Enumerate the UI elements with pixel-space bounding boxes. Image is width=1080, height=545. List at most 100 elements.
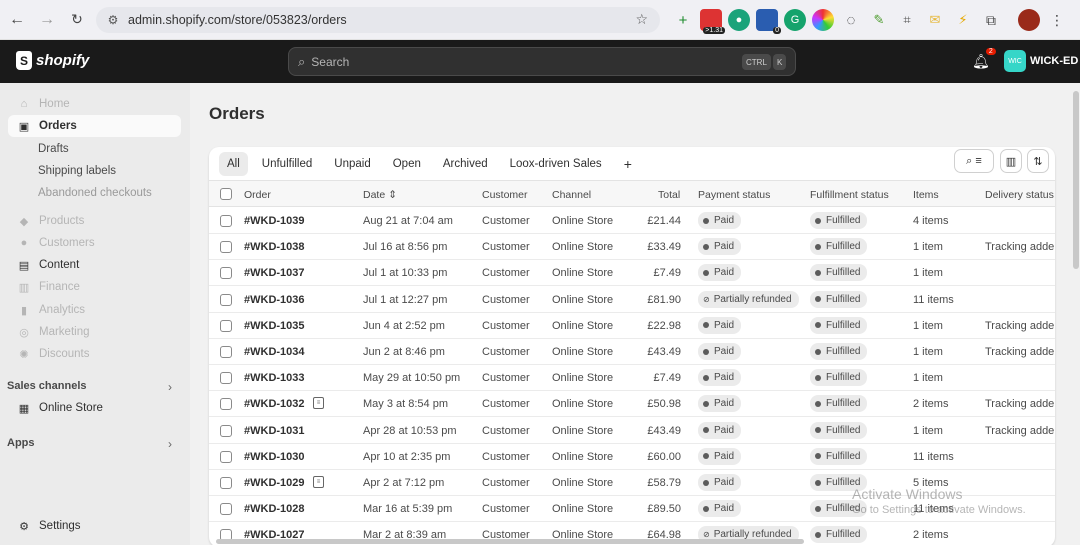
column-date[interactable]: Date ⇕: [363, 189, 397, 201]
column-payment-status[interactable]: Payment status: [698, 189, 770, 201]
shopify-logo[interactable]: S shopify: [16, 51, 89, 70]
order-number[interactable]: #WKD-1037: [244, 267, 305, 279]
sidebar-subitem-abandoned-checkouts[interactable]: Abandoned checkouts: [38, 187, 152, 199]
note-icon[interactable]: ≡: [313, 476, 324, 488]
table-row[interactable]: #WKD-1033 May 29 at 10:50 pm Customer Onlin…: [209, 365, 1055, 392]
row-checkbox[interactable]: [220, 450, 232, 463]
back-arrow-icon[interactable]: ←: [4, 7, 30, 33]
apps-heading[interactable]: Apps: [7, 437, 35, 449]
tab-unfulfilled[interactable]: Unfulfilled: [254, 152, 321, 176]
order-number[interactable]: #WKD-1030: [244, 451, 305, 463]
row-checkbox[interactable]: [220, 477, 232, 489]
order-items[interactable]: 2 items: [913, 529, 948, 541]
sort-button[interactable]: ⇅: [1027, 149, 1049, 173]
order-number[interactable]: #WKD-1031: [244, 425, 305, 437]
row-checkbox[interactable]: [220, 398, 232, 411]
order-items[interactable]: 4 items: [913, 215, 948, 227]
sales-channels-heading[interactable]: Sales channels: [7, 380, 87, 392]
column-customer[interactable]: Customer: [482, 189, 528, 201]
column-order[interactable]: Order: [244, 189, 271, 201]
order-items[interactable]: 1 item: [913, 372, 943, 384]
site-settings-icon[interactable]: ⚙: [102, 13, 124, 27]
extension-cloud-icon[interactable]: 0: [756, 9, 781, 34]
order-number[interactable]: #WKD-1036: [244, 294, 305, 306]
tab-archived[interactable]: Archived: [435, 152, 496, 176]
order-number[interactable]: #WKD-1029: [244, 477, 305, 489]
order-customer[interactable]: Customer: [482, 294, 530, 306]
table-row[interactable]: #WKD-1031 Apr 28 at 10:53 pm Customer Onlin…: [209, 418, 1055, 444]
column-items[interactable]: Items: [913, 189, 939, 201]
row-checkbox[interactable]: [220, 346, 232, 358]
table-row[interactable]: #WKD-1039 Aug 21 at 7:04 am Customer Online…: [209, 208, 1055, 234]
order-customer[interactable]: Customer: [482, 372, 530, 384]
order-number[interactable]: #WKD-1035: [244, 320, 305, 332]
row-checkbox[interactable]: [220, 372, 232, 385]
extension-plus-icon[interactable]: +: [672, 9, 694, 31]
extension-circle-icon[interactable]: ◌: [840, 9, 862, 31]
table-row[interactable]: #WKD-1034 Jun 2 at 8:46 pm Customer Online …: [209, 339, 1055, 365]
column-fulfillment-status[interactable]: Fulfillment status: [810, 189, 889, 201]
forward-arrow-icon[interactable]: →: [34, 7, 60, 33]
column-delivery-status[interactable]: Delivery status: [985, 189, 1054, 201]
row-checkbox[interactable]: [220, 319, 232, 332]
column-total[interactable]: Total: [658, 189, 680, 201]
sidebar-item-content[interactable]: ▤ Content: [8, 254, 181, 276]
order-items[interactable]: 1 item: [913, 425, 943, 437]
order-number[interactable]: #WKD-1032: [244, 398, 305, 410]
column-channel[interactable]: Channel: [552, 189, 591, 201]
row-checkbox[interactable]: [220, 241, 232, 254]
order-customer[interactable]: Customer: [482, 346, 530, 358]
table-row[interactable]: #WKD-1037 Jul 1 at 10:33 pm Customer Online…: [209, 260, 1055, 287]
tab-loox-driven-sales[interactable]: Loox-driven Sales: [502, 152, 610, 176]
order-customer[interactable]: Customer: [482, 425, 530, 437]
reload-icon[interactable]: ↻: [64, 7, 90, 33]
profile-avatar[interactable]: [1018, 9, 1040, 31]
tab-unpaid[interactable]: Unpaid: [326, 152, 378, 176]
order-number[interactable]: #WKD-1039: [244, 215, 305, 227]
order-items[interactable]: 1 item: [913, 241, 943, 253]
order-items[interactable]: 2 items: [913, 398, 948, 410]
sidebar-item-home[interactable]: ⌂ Home: [8, 93, 181, 115]
order-items[interactable]: 1 item: [913, 346, 943, 358]
browser-menu-icon[interactable]: ⋮: [1046, 9, 1068, 31]
chevron-right-icon[interactable]: ›: [168, 380, 172, 394]
chevron-right-icon[interactable]: ›: [168, 437, 172, 451]
row-checkbox[interactable]: [220, 215, 232, 227]
search-bar[interactable]: ⌕ Search CTRL K: [288, 47, 796, 76]
order-customer[interactable]: Customer: [482, 398, 530, 410]
search-filter-button[interactable]: ⌕ ≡: [954, 149, 994, 173]
row-checkbox[interactable]: [220, 293, 232, 306]
table-row[interactable]: #WKD-1038 Jul 16 at 8:56 pm Customer Online…: [209, 234, 1055, 261]
address-url[interactable]: admin.shopify.com/store/053823/orders: [128, 13, 347, 27]
sidebar-item-analytics[interactable]: ▮ Analytics: [8, 299, 181, 321]
bookmark-star-icon[interactable]: ☆: [635, 11, 648, 28]
table-row[interactable]: #WKD-1032 ≡ May 3 at 8:54 pm Customer Online…: [209, 391, 1055, 418]
extension-mail-icon[interactable]: ✉: [924, 9, 946, 31]
store-name[interactable]: WICK-ED: [1030, 55, 1078, 67]
extension-grammarly-icon[interactable]: G: [784, 9, 806, 31]
sidebar-subitem-drafts[interactable]: Drafts: [38, 143, 69, 155]
extension-crop-icon[interactable]: ⌗: [896, 9, 918, 31]
order-customer[interactable]: Customer: [482, 267, 530, 279]
select-all-checkbox[interactable]: [220, 188, 232, 200]
sidebar-item-orders[interactable]: ▣ Orders: [8, 115, 181, 137]
order-number[interactable]: #WKD-1033: [244, 372, 305, 384]
row-checkbox[interactable]: [220, 267, 232, 280]
store-avatar[interactable]: WIC: [1004, 50, 1026, 72]
order-customer[interactable]: Customer: [482, 451, 530, 463]
sidebar-item-finance[interactable]: ▥ Finance: [8, 276, 181, 298]
address-bar[interactable]: ⚙ admin.shopify.com/store/053823/orders …: [96, 7, 660, 33]
table-row[interactable]: #WKD-1030 Apr 10 at 2:35 pm Customer Online…: [209, 444, 1055, 470]
order-number[interactable]: #WKD-1034: [244, 346, 305, 358]
row-checkbox[interactable]: [220, 424, 232, 437]
tab-all[interactable]: All: [219, 152, 248, 176]
add-view-button[interactable]: +: [616, 152, 640, 176]
order-customer[interactable]: Customer: [482, 241, 530, 253]
tab-open[interactable]: Open: [385, 152, 429, 176]
table-row[interactable]: #WKD-1036 Jul 1 at 12:27 pm Customer Online…: [209, 287, 1055, 313]
order-items[interactable]: 1 item: [913, 267, 943, 279]
columns-button[interactable]: ▥: [1000, 149, 1022, 173]
order-items[interactable]: 1 item: [913, 320, 943, 332]
sidebar-item-marketing[interactable]: ◎ Marketing: [8, 321, 181, 343]
order-number[interactable]: #WKD-1028: [244, 503, 305, 515]
